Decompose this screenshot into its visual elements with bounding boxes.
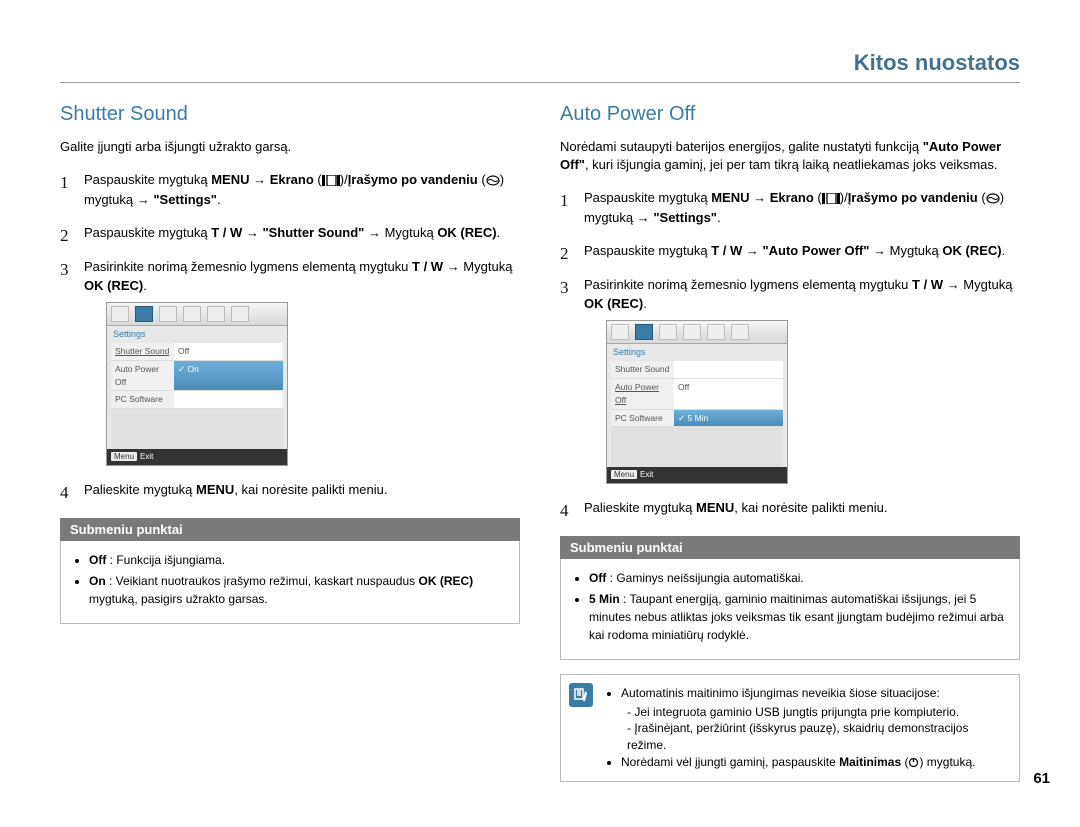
page-number: 61 xyxy=(1033,770,1050,787)
steps-list: Paspauskite mygtuką MENU → Ekrano ()/Įra… xyxy=(60,170,520,500)
step-1: Paspauskite mygtuką MENU → Ekrano ()/Įra… xyxy=(60,170,520,209)
section-title-shutter: Shutter Sound xyxy=(60,103,520,126)
intro-text-apo: Norėdami sutaupyti baterijos energijos, … xyxy=(560,138,1020,174)
menu-screenshot-left: Settings Shutter SoundOff Auto Power Off… xyxy=(106,302,288,467)
submenu-header: Submeniu punktai xyxy=(60,518,520,541)
section-title-apo: Auto Power Off xyxy=(560,103,1020,126)
col-shutter-sound: Shutter Sound Galite įjungti arba išjung… xyxy=(60,103,520,782)
menu-settings-label: Settings xyxy=(607,344,787,362)
note-icon xyxy=(569,683,593,707)
power-icon xyxy=(908,757,919,768)
steps-list-apo: Paspauskite mygtuką MENU → Ekrano ()/Įra… xyxy=(560,188,1020,518)
menu-settings-label: Settings xyxy=(107,326,287,344)
page-header: Kitos nuostatos xyxy=(60,50,1020,83)
note-sub-1a: Jei integruota gaminio USB jungtis priju… xyxy=(627,704,1007,721)
underwater-icon xyxy=(986,193,1000,204)
underwater-icon xyxy=(486,175,500,186)
display-icon xyxy=(322,175,340,186)
step-2: Paspauskite mygtuką T / W → "Shutter Sou… xyxy=(60,223,520,243)
sub-item-off: Off : Gaminys neišsijungia automatiškai. xyxy=(589,569,1005,587)
note-item-1: Automatinis maitinimo išjungimas neveiki… xyxy=(621,685,1007,754)
two-column-layout: Shutter Sound Galite įjungti arba išjung… xyxy=(60,103,1020,782)
sub-item-off: Off : Funkcija išjungiama. xyxy=(89,551,505,569)
sub-item-5min: 5 Min : Taupant energiją, gaminio maitin… xyxy=(589,590,1005,644)
display-icon xyxy=(822,193,840,204)
step-2: Paspauskite mygtuką T / W → "Auto Power … xyxy=(560,241,1020,261)
submenu-header-apo: Submeniu punktai xyxy=(560,536,1020,559)
note-sub-1b: Įrašinėjant, peržiūrint (išskyrus pauzę)… xyxy=(627,720,1007,754)
step-4: Palieskite mygtuką MENU, kai norėsite pa… xyxy=(60,480,520,500)
step-1: Paspauskite mygtuką MENU → Ekrano ()/Įra… xyxy=(560,188,1020,227)
sub-item-on: On : Veikiant nuotraukos įrašymo režimui… xyxy=(89,572,505,608)
menu-tabs xyxy=(607,321,787,344)
manual-page: Kitos nuostatos Shutter Sound Galite įju… xyxy=(0,0,1080,827)
step-3: Pasirinkite norimą žemesnio lygmens elem… xyxy=(560,275,1020,485)
submenu-box: Off : Funkcija išjungiama. On : Veikiant… xyxy=(60,541,520,624)
intro-text: Galite įjungti arba išjungti užrakto gar… xyxy=(60,138,520,156)
step-3: Pasirinkite norimą žemesnio lygmens elem… xyxy=(60,257,520,467)
menu-screenshot-right: Settings Shutter Sound Auto Power OffOff… xyxy=(606,320,788,485)
note-item-2: Norėdami vėl įjungti gaminį, paspauskite… xyxy=(621,754,1007,771)
col-auto-power-off: Auto Power Off Norėdami sutaupyti bateri… xyxy=(560,103,1020,782)
note-box: Automatinis maitinimo išjungimas neveiki… xyxy=(560,674,1020,782)
submenu-box-apo: Off : Gaminys neišsijungia automatiškai.… xyxy=(560,559,1020,660)
step-4: Palieskite mygtuką MENU, kai norėsite pa… xyxy=(560,498,1020,518)
menu-tabs xyxy=(107,303,287,326)
